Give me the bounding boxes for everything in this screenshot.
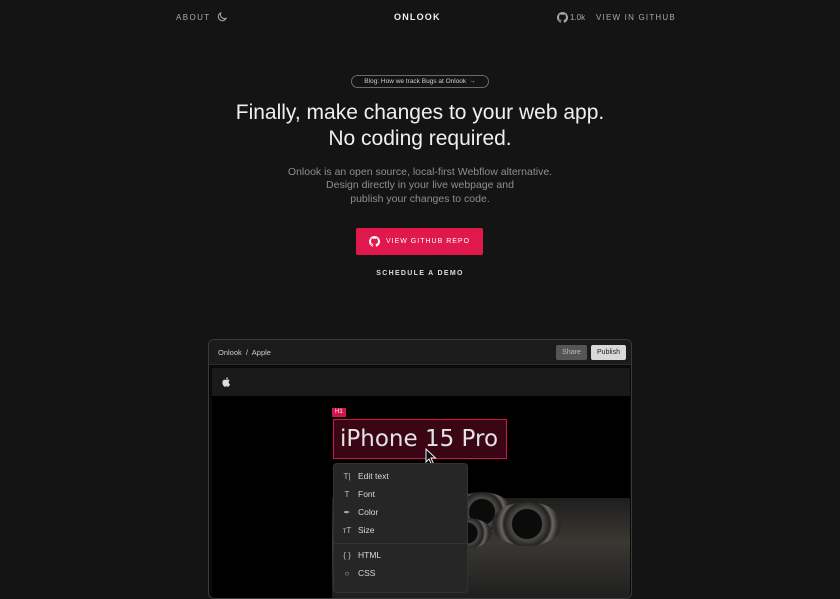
blog-announcement-pill[interactable]: Blog: How we track Bugs at Onlook → (351, 75, 489, 88)
publish-button[interactable]: Publish (591, 345, 626, 360)
share-button[interactable]: Share (556, 345, 587, 360)
schedule-demo-link[interactable]: SCHEDULE A DEMO (0, 270, 840, 277)
moon-icon[interactable] (216, 11, 228, 23)
hero-subtitle-line: Onlook is an open source, local-first We… (287, 166, 553, 178)
hero-subtitle-line: publish your changes to code. (350, 192, 490, 205)
camera-lens (492, 502, 562, 546)
blog-pill-label: Blog: How we track Bugs at Onlook (364, 78, 467, 85)
context-menu: T| Edit text T Font ✒ Color ᴛT Size { } HTML … (333, 463, 469, 593)
selected-h1-element[interactable]: iPhone 15 Pro (333, 419, 507, 459)
menu-item-color[interactable]: ✒ Color (342, 507, 379, 517)
github-icon (369, 236, 380, 247)
element-tag-badge: H1 (332, 408, 346, 417)
text-size-icon: ᴛT (342, 525, 352, 535)
nav-about-link[interactable]: ABOUT (176, 13, 211, 22)
breadcrumb[interactable]: Onlook / Apple (218, 348, 271, 357)
code-brackets-icon: { } (343, 550, 351, 560)
menu-item-css[interactable]: ○ CSS (342, 568, 376, 578)
menu-item-label: Color (358, 507, 379, 517)
menu-item-label: HTML (358, 550, 382, 560)
cta-label: VIEW GITHUB REPO (385, 238, 471, 245)
menu-item-label: Size (358, 525, 375, 535)
github-icon[interactable] (557, 12, 568, 23)
hero-title-line: No coding required. (328, 127, 512, 150)
paint-brush-icon: ✒ (343, 507, 351, 517)
menu-item-edit-text[interactable]: T| Edit text (342, 471, 389, 481)
github-stars-count[interactable]: 1.0k (570, 13, 585, 22)
menu-item-label: Font (358, 489, 376, 499)
view-github-repo-button[interactable]: VIEW GITHUB REPO (356, 228, 483, 255)
hero-title: Finally, make changes to your web app. N… (0, 100, 840, 152)
menu-item-font[interactable]: T Font (342, 489, 375, 499)
hero-subtitle: Onlook is an open source, local-first We… (0, 166, 840, 206)
top-nav: ABOUT ONLOOK 1.0k VIEW IN GITHUB (0, 0, 840, 36)
view-in-github-link[interactable]: VIEW IN GITHUB (596, 13, 676, 22)
menu-item-size[interactable]: ᴛT Size (342, 525, 375, 535)
onlook-logo[interactable]: ONLOOK (394, 12, 441, 22)
menu-item-label: Edit text (358, 471, 389, 481)
font-icon: T (344, 489, 350, 499)
arrow-right-icon: → (469, 78, 476, 85)
menu-item-html[interactable]: { } HTML (342, 550, 381, 560)
hero-title-line: Finally, make changes to your web app. (235, 101, 605, 124)
hero-subtitle-line: Design directly in your live webpage and (326, 179, 514, 192)
apple-logo-icon[interactable] (222, 377, 230, 387)
menu-item-label: CSS (358, 568, 376, 578)
menu-divider (334, 543, 469, 544)
editor-toolbar: Onlook / Apple Share Publish (209, 340, 631, 365)
palette-icon: ○ (344, 568, 350, 578)
h1-text[interactable]: iPhone 15 Pro (340, 426, 498, 452)
site-nav (212, 368, 630, 396)
text-cursor-icon: T| (343, 471, 351, 481)
